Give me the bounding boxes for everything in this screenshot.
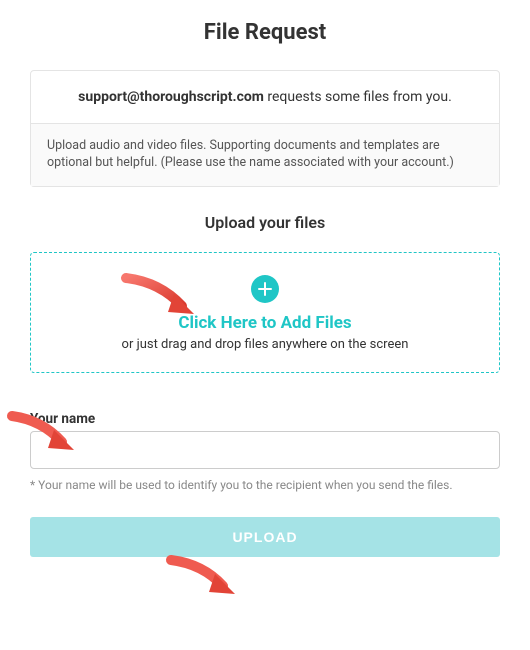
- drag-text: or just drag and drop files anywhere on …: [41, 337, 489, 352]
- name-label: Your name: [30, 411, 500, 427]
- request-instructions: Upload audio and video files. Supporting…: [31, 124, 499, 186]
- arrow-annotation-upload: [165, 552, 255, 610]
- requester-email: support@thoroughscript.com: [78, 89, 264, 105]
- request-line: support@thoroughscript.com requests some…: [31, 71, 499, 124]
- page-title: File Request: [0, 20, 530, 45]
- upload-heading: Upload your files: [0, 213, 530, 232]
- dropzone[interactable]: Click Here to Add Files or just drag and…: [30, 252, 500, 373]
- name-input[interactable]: [30, 431, 500, 469]
- name-hint: * Your name will be used to identify you…: [30, 477, 500, 493]
- upload-button[interactable]: UPLOAD: [30, 517, 500, 557]
- plus-icon[interactable]: [251, 275, 279, 303]
- add-files-link[interactable]: Click Here to Add Files: [41, 313, 489, 333]
- request-suffix: requests some files from you.: [264, 89, 452, 105]
- request-card: support@thoroughscript.com requests some…: [30, 70, 500, 187]
